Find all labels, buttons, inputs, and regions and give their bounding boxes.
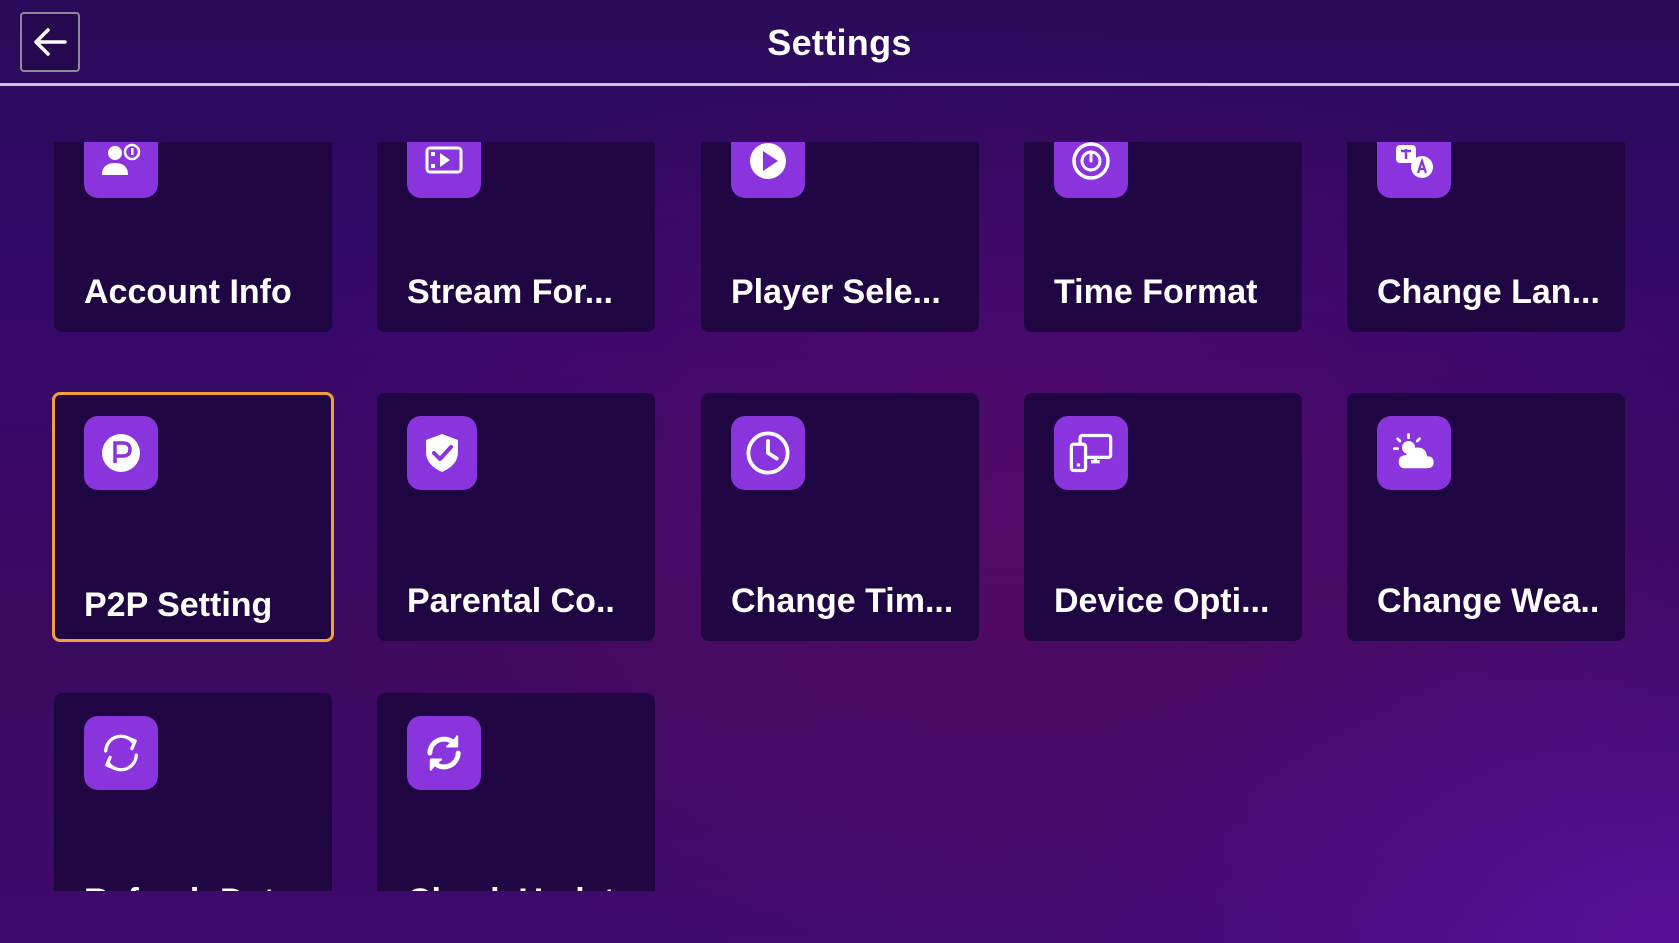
tile-label: Check Updat... (407, 882, 643, 891)
tile-label: Parental Co.. (407, 582, 615, 620)
tile-check-update[interactable]: Check Updat... (377, 693, 655, 891)
tile-label: Player Sele... (731, 273, 941, 311)
tile-refresh-data[interactable]: Refresh Dat... (54, 693, 332, 891)
weather-icon (1377, 416, 1451, 490)
tile-label: Stream For... (407, 273, 613, 311)
tile-device-options[interactable]: Device Opti... (1024, 393, 1302, 641)
shield-check-icon (407, 416, 477, 490)
translate-icon (1377, 142, 1451, 198)
tile-stream-format[interactable]: Stream For... (377, 142, 655, 332)
tile-label: Time Format (1054, 273, 1258, 311)
p2p-icon (84, 416, 158, 490)
tile-p2p-setting[interactable]: P2P Setting (52, 392, 334, 642)
tile-change-weather[interactable]: Change Wea.. (1347, 393, 1625, 641)
account-icon (84, 142, 158, 198)
tile-label: Device Opti... (1054, 582, 1270, 620)
tile-label: Change Lan... (1377, 273, 1600, 311)
tile-player-selection[interactable]: Player Sele... (701, 142, 979, 332)
timer-icon (1054, 142, 1128, 198)
devices-icon (1054, 416, 1128, 490)
header-bar: Settings (0, 0, 1679, 86)
tile-label: Change Tim... (731, 582, 954, 620)
refresh-icon (84, 716, 158, 790)
tile-time-format[interactable]: Time Format (1024, 142, 1302, 332)
tile-change-language[interactable]: Change Lan... (1347, 142, 1625, 332)
sync-icon (407, 716, 481, 790)
page-title: Settings (767, 22, 912, 63)
clock-icon (731, 416, 805, 490)
stream-format-icon (407, 142, 481, 198)
settings-grid: Account Info Stream For... Player Sele..… (0, 142, 1679, 891)
tile-label: P2P Setting (84, 586, 273, 624)
tile-label: Refresh Dat... (84, 882, 303, 891)
tile-label: Change Wea.. (1377, 582, 1600, 620)
play-icon (731, 142, 805, 198)
tile-parental-control[interactable]: Parental Co.. (377, 393, 655, 641)
tile-account-info[interactable]: Account Info (54, 142, 332, 332)
tile-label: Account Info (84, 273, 292, 311)
tile-change-time-zone[interactable]: Change Tim... (701, 393, 979, 641)
